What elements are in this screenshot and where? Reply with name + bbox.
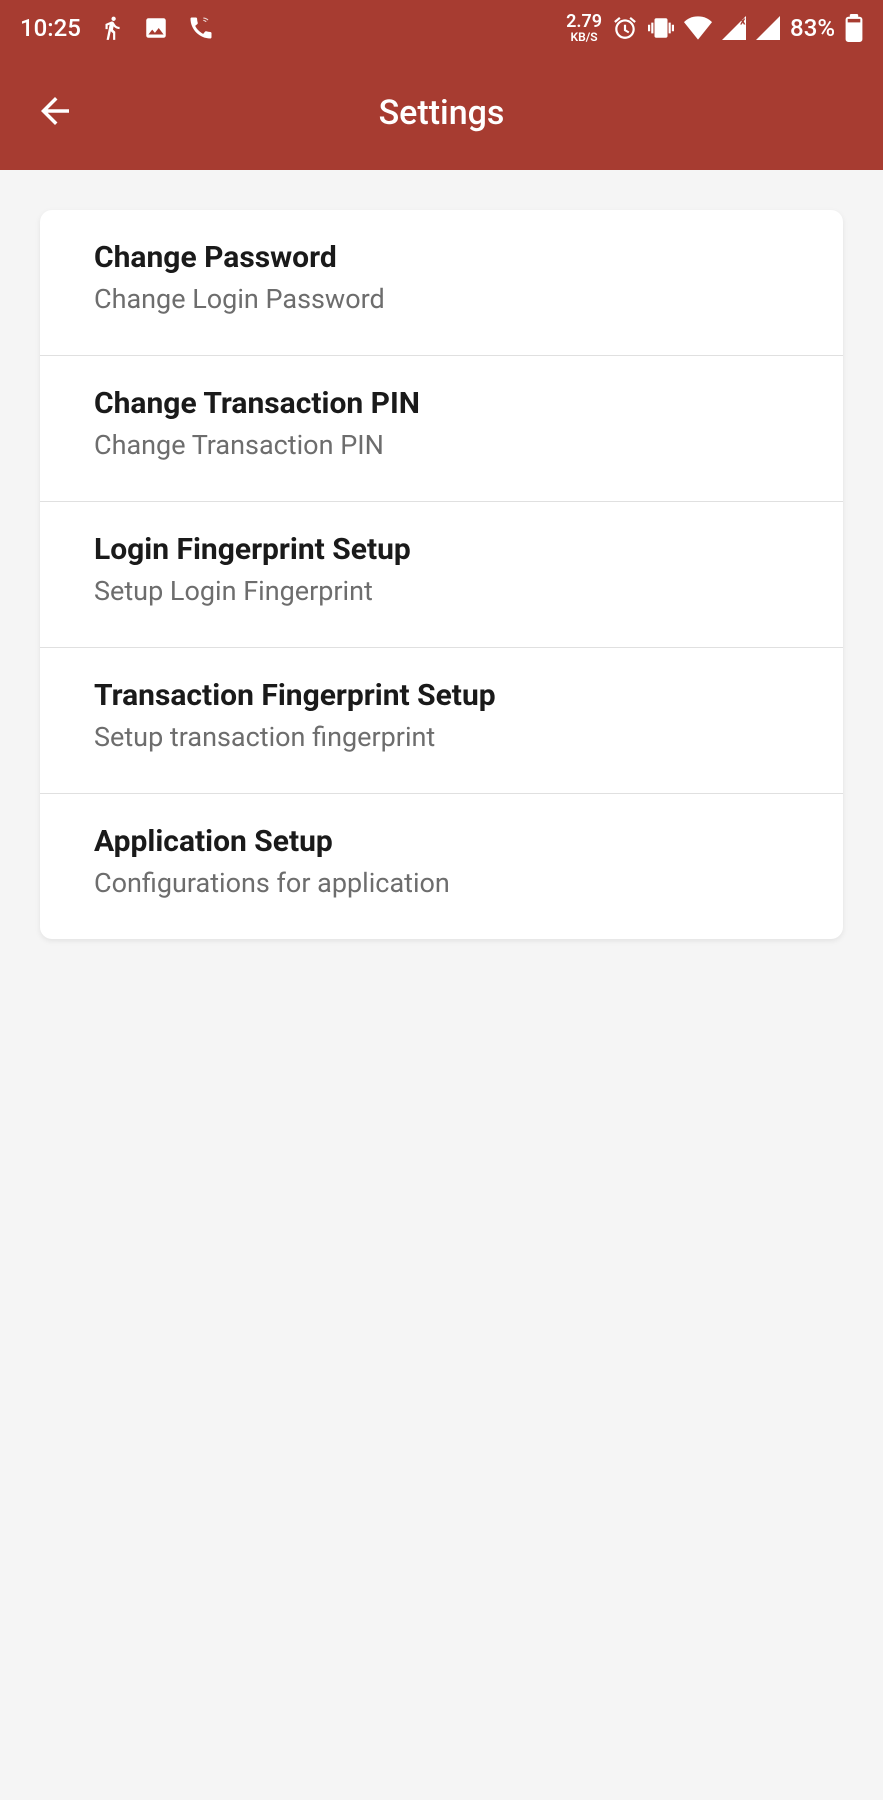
- alarm-icon: [612, 15, 638, 41]
- back-arrow-icon: [34, 90, 76, 136]
- battery-percent: 83%: [790, 14, 835, 42]
- activity-icon: [99, 15, 125, 41]
- back-button[interactable]: [30, 88, 80, 138]
- list-item-title: Change Password: [94, 240, 789, 275]
- list-item-subtitle: Setup transaction fingerprint: [94, 721, 789, 753]
- network-speed-value: 2.79: [566, 13, 602, 31]
- battery-icon: [845, 14, 863, 42]
- change-transaction-pin-item[interactable]: Change Transaction PIN Change Transactio…: [40, 356, 843, 502]
- status-bar: 10:25 2.79 KB/S: [0, 0, 883, 56]
- signal-2-icon: [756, 16, 780, 40]
- app-bar: Settings: [0, 56, 883, 170]
- image-icon: [143, 15, 169, 41]
- list-item-title: Application Setup: [94, 824, 789, 859]
- page-title: Settings: [0, 93, 883, 133]
- transaction-fingerprint-setup-item[interactable]: Transaction Fingerprint Setup Setup tran…: [40, 648, 843, 794]
- status-time: 10:25: [20, 14, 81, 42]
- wifi-icon: [684, 16, 712, 40]
- list-item-subtitle: Change Transaction PIN: [94, 429, 789, 461]
- list-item-subtitle: Change Login Password: [94, 283, 789, 315]
- phone-icon: [187, 14, 215, 42]
- signal-1-icon: x: [722, 16, 746, 40]
- list-item-title: Transaction Fingerprint Setup: [94, 678, 789, 713]
- list-item-subtitle: Configurations for application: [94, 867, 789, 899]
- application-setup-item[interactable]: Application Setup Configurations for app…: [40, 794, 843, 939]
- list-item-title: Change Transaction PIN: [94, 386, 789, 421]
- content-area: Change Password Change Login Password Ch…: [0, 170, 883, 979]
- svg-text:x: x: [740, 16, 746, 27]
- list-item-subtitle: Setup Login Fingerprint: [94, 575, 789, 607]
- login-fingerprint-setup-item[interactable]: Login Fingerprint Setup Setup Login Fing…: [40, 502, 843, 648]
- settings-list: Change Password Change Login Password Ch…: [40, 210, 843, 939]
- network-speed: 2.79 KB/S: [566, 13, 602, 43]
- status-bar-left: 10:25: [20, 14, 215, 42]
- change-password-item[interactable]: Change Password Change Login Password: [40, 210, 843, 356]
- network-speed-unit: KB/S: [571, 31, 598, 43]
- vibrate-icon: [648, 15, 674, 41]
- status-bar-right: 2.79 KB/S x: [566, 13, 863, 43]
- list-item-title: Login Fingerprint Setup: [94, 532, 789, 567]
